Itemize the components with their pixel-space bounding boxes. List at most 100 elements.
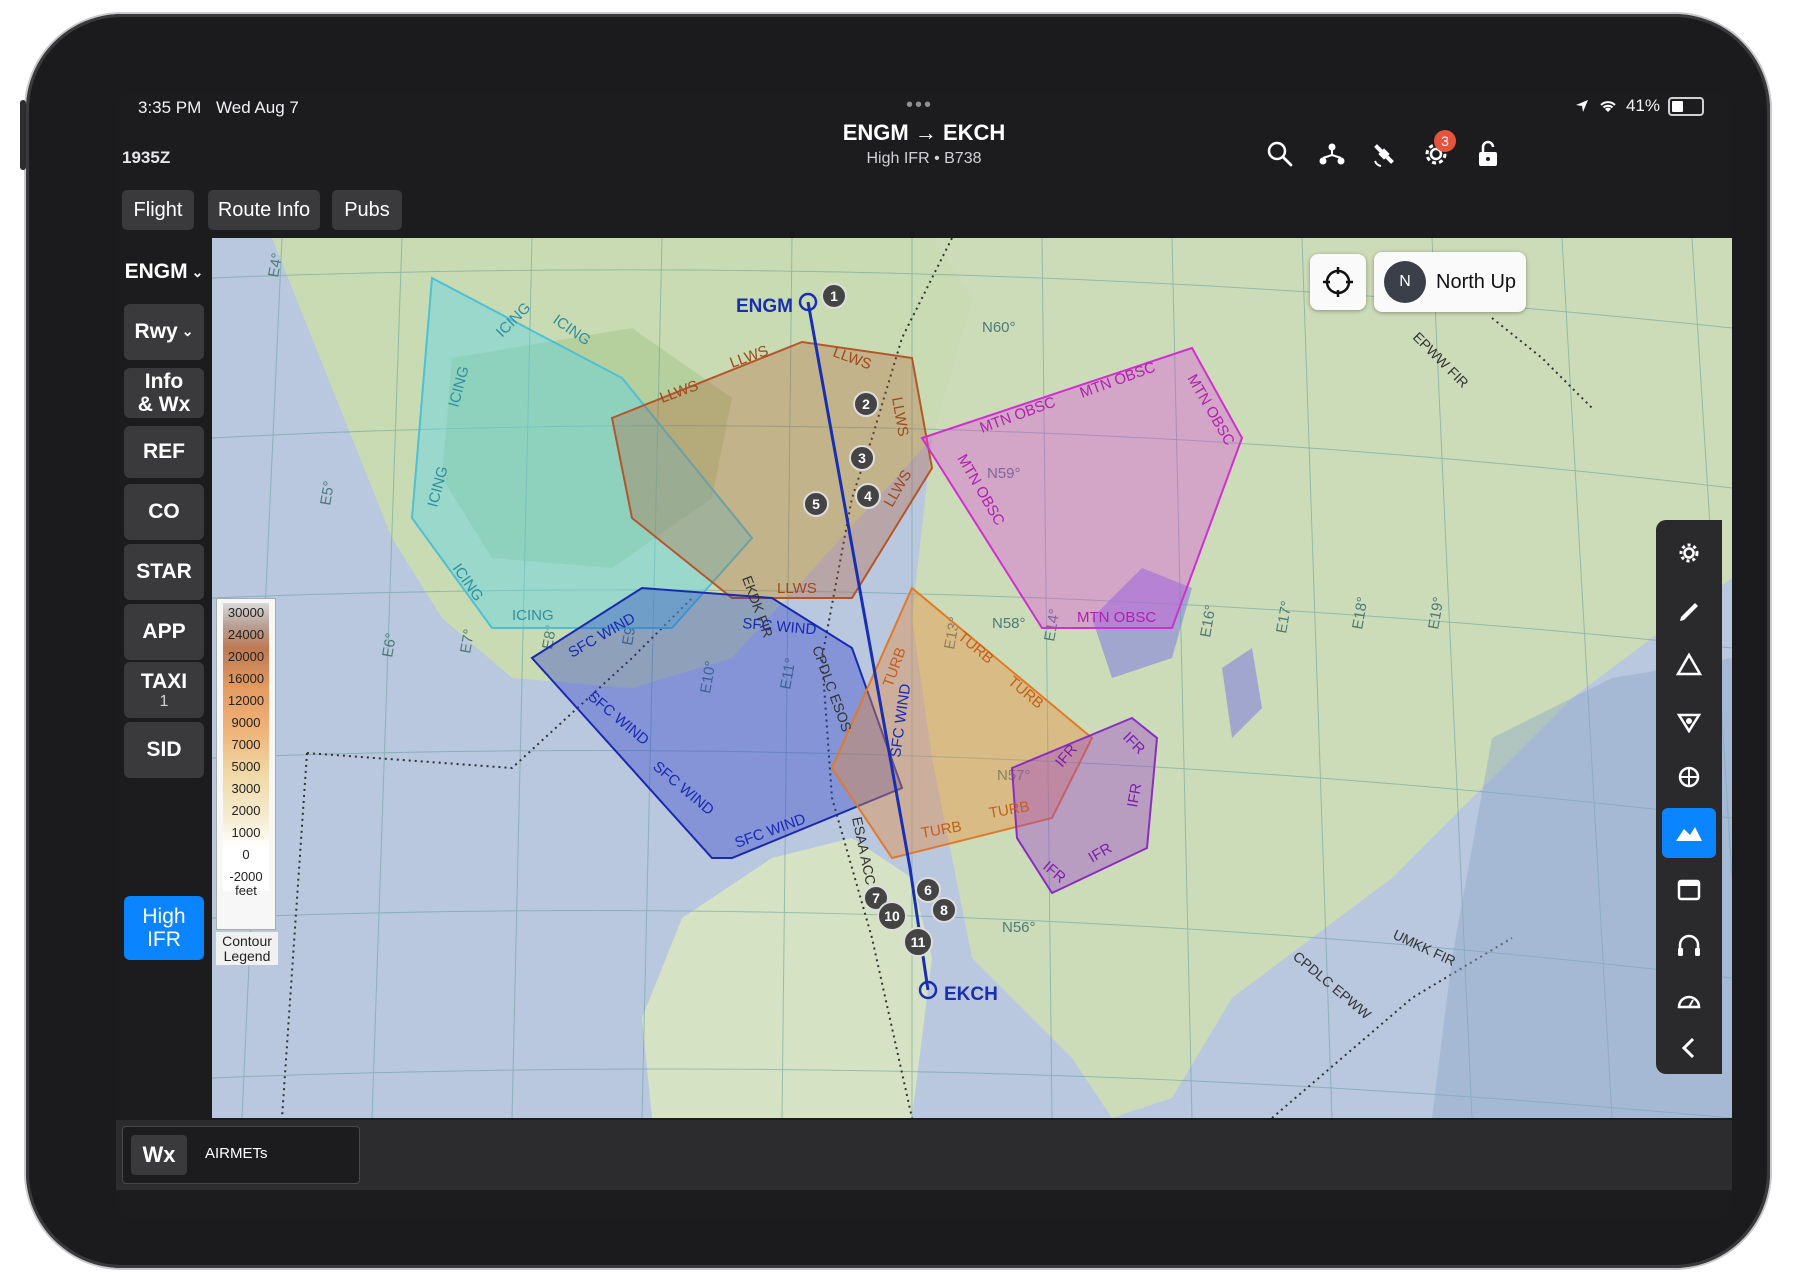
info-wx-line2: & Wx [137, 393, 191, 416]
lon-label: E6° [379, 632, 400, 659]
high-ifr-line2: IFR [147, 928, 181, 951]
triangle-icon[interactable] [1662, 640, 1716, 690]
taxi-count: 1 [159, 692, 169, 710]
enroute-map[interactable]: N60° N59° N58° N57° N56° E4° E5° E6° E7°… [212, 238, 1732, 1118]
svg-text:10: 10 [884, 908, 900, 924]
wx-button[interactable]: Wx [131, 1135, 187, 1175]
compass-letter: N [1399, 273, 1411, 290]
waypoint-marker[interactable]: 3 [849, 445, 875, 471]
lon-label: E7° [457, 628, 478, 655]
waypoint-marker[interactable]: 11 [903, 927, 933, 957]
chevron-down-icon: ⌄ [191, 263, 204, 280]
pen-icon[interactable] [1662, 584, 1716, 634]
legend-level: 2000 [231, 803, 261, 818]
recenter-button[interactable] [1310, 254, 1366, 310]
waypoint-marker[interactable]: 4 [855, 483, 881, 509]
legend-level: 7000 [231, 737, 261, 752]
settings-badge: 3 [1434, 130, 1456, 152]
svg-text:5: 5 [812, 496, 820, 512]
left-sidebar: ENGM ⌄ Rwy ⌄ Info & Wx REF CO STAR APP TAX… [116, 238, 204, 1198]
search-icon[interactable] [1260, 134, 1300, 174]
mtn-obsc-label: MTN OBSC [1077, 609, 1156, 626]
gear-icon[interactable]: 3 [1416, 130, 1456, 174]
battery-icon [1668, 96, 1704, 116]
waypoint-marker[interactable]: 1 [821, 283, 847, 309]
app-button[interactable]: APP [124, 604, 204, 660]
chevron-down-icon: ⌄ [181, 323, 194, 340]
star-button[interactable]: STAR [124, 544, 204, 600]
info-wx-button[interactable]: Info & Wx [124, 368, 204, 418]
tab-pubs[interactable]: Pubs [332, 190, 402, 230]
land-denmark [642, 838, 932, 1118]
destination-airport-label: EKCH [944, 984, 998, 1005]
layers-icon[interactable] [1662, 696, 1716, 746]
sid-button[interactable]: SID [124, 722, 204, 778]
north-up-label: North Up [1436, 270, 1517, 293]
waypoint-marker[interactable]: 6 [915, 877, 941, 903]
co-button[interactable]: CO [124, 484, 204, 540]
legend-level: 24000 [227, 627, 265, 642]
ipad-device: 3:35 PM Wed Aug 7 ••• 41% 1935Z ENGM → E… [20, 14, 1770, 1268]
north-up-button[interactable]: N North Up [1374, 252, 1526, 312]
tab-flight[interactable]: Flight [122, 190, 194, 230]
legend-level: 16000 [227, 671, 265, 686]
svg-text:8: 8 [940, 902, 948, 918]
ref-button[interactable]: REF [124, 426, 204, 478]
waypoint-marker[interactable]: 10 [877, 901, 907, 931]
waypoint-marker[interactable]: 2 [853, 391, 879, 417]
compass-icon: N [1384, 261, 1426, 303]
device-side-button [20, 100, 26, 170]
runway-button[interactable]: Rwy ⌄ [124, 304, 204, 360]
origin-airport-label: ENGM [736, 296, 793, 317]
contour-legend: 30000 24000 20000 16000 12000 9000 7000 … [216, 598, 276, 930]
legend-level: 5000 [231, 759, 261, 774]
status-time: 3:35 PM [138, 98, 202, 117]
taxi-label: TAXI [140, 669, 188, 693]
wifi-icon [1600, 101, 1616, 112]
airport-selector[interactable]: ENGM ⌄ [124, 252, 204, 292]
legend-caption-line2: Legend [223, 947, 271, 964]
high-ifr-button[interactable]: High IFR [124, 896, 204, 960]
chevron-left-icon[interactable] [1662, 1026, 1716, 1070]
satellite-icon[interactable] [1364, 134, 1404, 174]
legend-level: -2000 [229, 869, 263, 884]
info-wx-line1: Info [144, 369, 184, 393]
legend-unit: feet [235, 883, 257, 898]
crosshair-icon [1323, 267, 1353, 297]
lon-label: E5° [317, 480, 338, 507]
svg-text:4: 4 [864, 488, 872, 504]
map-canvas[interactable]: N60° N59° N58° N57° N56° E4° E5° E6° E7°… [212, 238, 1732, 1118]
svg-text:6: 6 [924, 882, 932, 898]
route-icon[interactable] [1312, 134, 1352, 174]
legend-level: 1000 [231, 825, 261, 840]
battery-percent: 41% [1625, 96, 1660, 115]
svg-text:7: 7 [872, 890, 880, 906]
tab-route-info[interactable]: Route Info [208, 190, 320, 230]
multitasking-dots[interactable]: ••• [906, 94, 933, 117]
right-toolbar [1656, 520, 1722, 1074]
status-bar: 3:35 PM Wed Aug 7 ••• 41% [116, 90, 1732, 120]
gauge-icon[interactable] [1662, 976, 1716, 1026]
wx-layer-label[interactable]: AIRMETs [205, 1145, 268, 1162]
lat-label: N56° [1002, 919, 1036, 936]
calendar-icon[interactable] [1662, 864, 1716, 914]
waypoint-marker[interactable]: 5 [803, 491, 829, 517]
gear-icon[interactable] [1662, 528, 1716, 578]
globe-icon[interactable] [1662, 752, 1716, 802]
lat-label: N60° [982, 319, 1016, 336]
legend-level: 9000 [231, 715, 261, 730]
terrain-icon[interactable] [1662, 808, 1716, 858]
waypoint-marker[interactable]: 8 [931, 897, 957, 923]
icing-label: ICING [512, 607, 554, 624]
svg-text:1: 1 [830, 288, 838, 304]
contour-legend-caption: Contour Legend [216, 932, 278, 966]
taxi-button[interactable]: TAXI 1 [124, 662, 204, 718]
legend-level: 0 [242, 847, 250, 862]
headphones-icon[interactable] [1662, 920, 1716, 970]
app-screen: 3:35 PM Wed Aug 7 ••• 41% 1935Z ENGM → E… [116, 90, 1732, 1220]
airport-selector-label: ENGM [124, 260, 188, 283]
airspace-label: CPDLC EPWW [1290, 948, 1375, 1023]
lock-icon[interactable] [1468, 134, 1508, 174]
lon-label: E4° [265, 252, 286, 279]
legend-level: 12000 [227, 693, 265, 708]
